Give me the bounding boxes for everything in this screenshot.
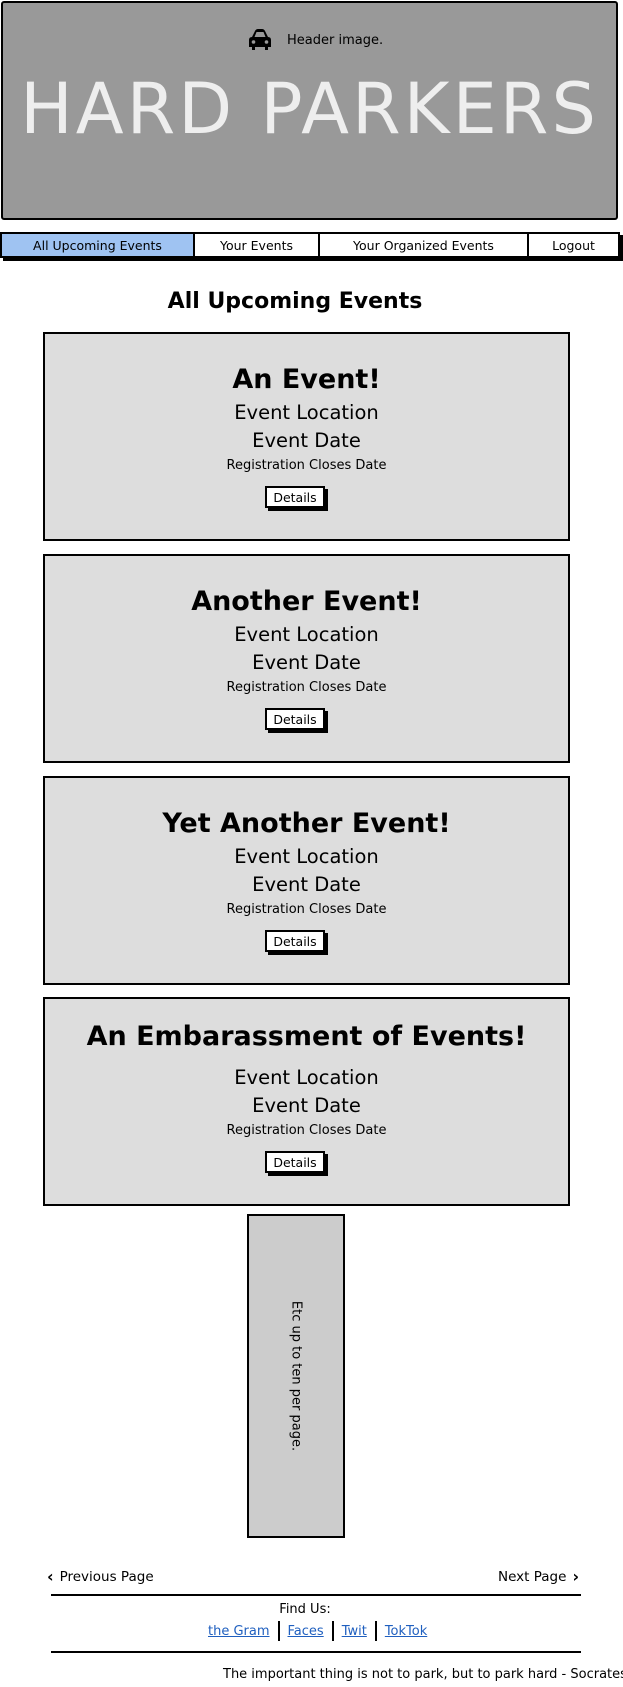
event-registration-close: Registration Closes Date <box>226 680 387 695</box>
event-location: Event Location <box>234 845 379 868</box>
details-button[interactable]: Details <box>265 1151 325 1173</box>
event-date: Event Date <box>252 873 361 896</box>
social-link-toktok[interactable]: TokTok <box>377 1624 435 1639</box>
nav-logout[interactable]: Logout <box>529 234 618 256</box>
nav-all-upcoming-events[interactable]: All Upcoming Events <box>2 234 195 256</box>
event-location: Event Location <box>234 401 379 424</box>
details-button[interactable]: Details <box>265 708 325 730</box>
details-button[interactable]: Details <box>265 486 325 508</box>
nav-your-events[interactable]: Your Events <box>195 234 320 256</box>
page-title: All Upcoming Events <box>167 289 423 314</box>
divider <box>51 1594 581 1596</box>
event-title: An Event! <box>232 364 381 395</box>
divider <box>51 1651 581 1653</box>
previous-page-label: Previous Page <box>59 1568 154 1585</box>
event-card: Another Event! Event Location Event Date… <box>43 554 570 763</box>
event-registration-close: Registration Closes Date <box>226 902 387 917</box>
main-nav: All Upcoming Events Your Events Your Org… <box>0 232 620 258</box>
social-links: the Gram Faces Twit TokTok <box>200 1621 435 1641</box>
header-image-placeholder: Header image. HARD PARKERS <box>1 1 618 220</box>
previous-page-link[interactable]: ‹ Previous Page <box>47 1567 154 1586</box>
social-link-twit[interactable]: Twit <box>334 1624 375 1639</box>
chevron-left-icon: ‹ <box>47 1567 54 1586</box>
nav-your-organized-events[interactable]: Your Organized Events <box>320 234 529 256</box>
car-icon <box>247 28 273 52</box>
next-page-link[interactable]: Next Page › <box>498 1567 579 1586</box>
event-title: Yet Another Event! <box>162 808 451 839</box>
next-page-label: Next Page <box>498 1568 567 1585</box>
social-link-gram[interactable]: the Gram <box>200 1624 278 1639</box>
find-us-label: Find Us: <box>279 1602 331 1617</box>
event-title: An Embarassment of Events! <box>86 1021 527 1052</box>
more-events-placeholder: Etc up to ten per page. <box>247 1214 345 1538</box>
event-registration-close: Registration Closes Date <box>226 458 387 473</box>
footer-quote: The important thing is not to park, but … <box>223 1667 623 1682</box>
social-link-faces[interactable]: Faces <box>280 1624 332 1639</box>
event-location: Event Location <box>234 623 379 646</box>
event-card: Yet Another Event! Event Location Event … <box>43 776 570 985</box>
event-date: Event Date <box>252 651 361 674</box>
event-card: An Embarassment of Events! Event Locatio… <box>43 997 570 1206</box>
event-location: Event Location <box>234 1066 379 1089</box>
details-button[interactable]: Details <box>265 930 325 952</box>
event-date: Event Date <box>252 429 361 452</box>
event-registration-close: Registration Closes Date <box>226 1123 387 1138</box>
event-card: An Event! Event Location Event Date Regi… <box>43 332 570 541</box>
more-events-note: Etc up to ten per page. <box>288 1300 304 1452</box>
event-date: Event Date <box>252 1094 361 1117</box>
header-caption: Header image. <box>247 28 383 52</box>
site-title: HARD PARKERS <box>20 68 599 150</box>
event-title: Another Event! <box>191 586 422 617</box>
chevron-right-icon: › <box>572 1567 580 1586</box>
header-caption-text: Header image. <box>287 32 384 48</box>
